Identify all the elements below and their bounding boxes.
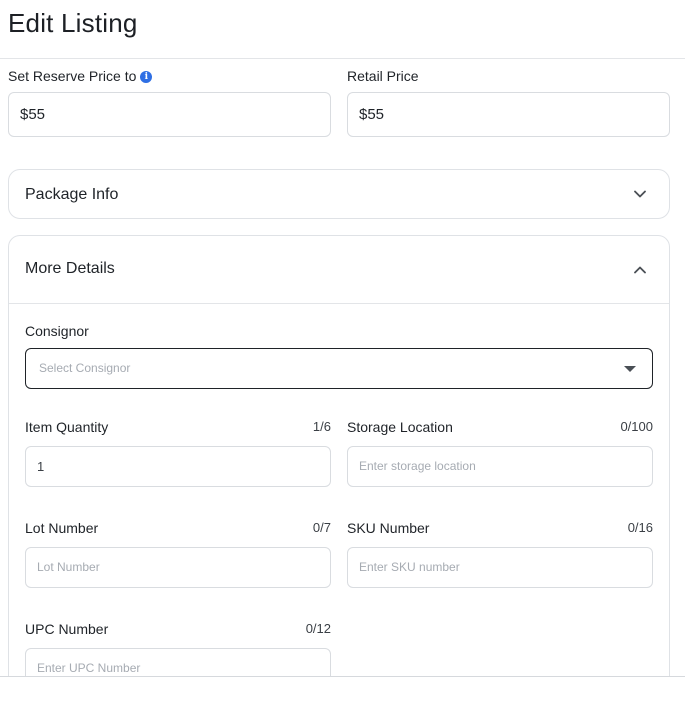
reserve-price-input[interactable]: $55 xyxy=(8,92,331,137)
info-icon[interactable]: i xyxy=(140,71,153,83)
sku-number-input[interactable]: Enter SKU number xyxy=(347,547,653,588)
lot-number-label: Lot Number xyxy=(25,520,99,536)
reserve-price-label-text: Set Reserve Price to xyxy=(8,68,137,84)
sku-number-counter: 0/16 xyxy=(627,520,653,535)
panel-divider xyxy=(9,303,669,304)
item-quantity-counter: 1/6 xyxy=(312,419,331,434)
lot-number-input[interactable]: Lot Number xyxy=(25,547,331,588)
footer-area xyxy=(0,677,685,717)
consignor-placeholder: Select Consignor xyxy=(39,361,131,375)
item-quantity-label: Item Quantity xyxy=(25,419,109,435)
retail-price-input[interactable]: $55 xyxy=(347,92,670,137)
consignor-label: Consignor xyxy=(25,323,89,339)
page-header: Edit Listing xyxy=(0,0,685,59)
upc-number-label: UPC Number xyxy=(25,621,109,637)
retail-price-label: Retail Price xyxy=(347,68,419,84)
storage-location-counter: 0/100 xyxy=(620,419,653,434)
storage-location-label: Storage Location xyxy=(347,419,453,435)
consignor-select[interactable]: Select Consignor xyxy=(25,348,653,389)
package-info-panel[interactable]: Package Info xyxy=(8,169,670,219)
sku-number-label: SKU Number xyxy=(347,520,430,536)
more-details-title: More Details xyxy=(25,260,115,277)
lot-number-counter: 0/7 xyxy=(312,520,331,535)
more-details-panel: More Details Consignor Select Consignor … xyxy=(8,235,670,705)
storage-location-input[interactable]: Enter storage location xyxy=(347,446,653,487)
chevron-up-icon[interactable] xyxy=(633,263,647,277)
reserve-price-label: Set Reserve Price to i xyxy=(8,68,153,84)
page-title: Edit Listing xyxy=(8,8,138,38)
chevron-down-icon[interactable] xyxy=(633,187,647,201)
package-info-title: Package Info xyxy=(25,186,119,203)
item-quantity-input[interactable]: 1 xyxy=(25,446,331,487)
caret-down-icon xyxy=(624,366,636,372)
upc-number-counter: 0/12 xyxy=(305,621,331,636)
